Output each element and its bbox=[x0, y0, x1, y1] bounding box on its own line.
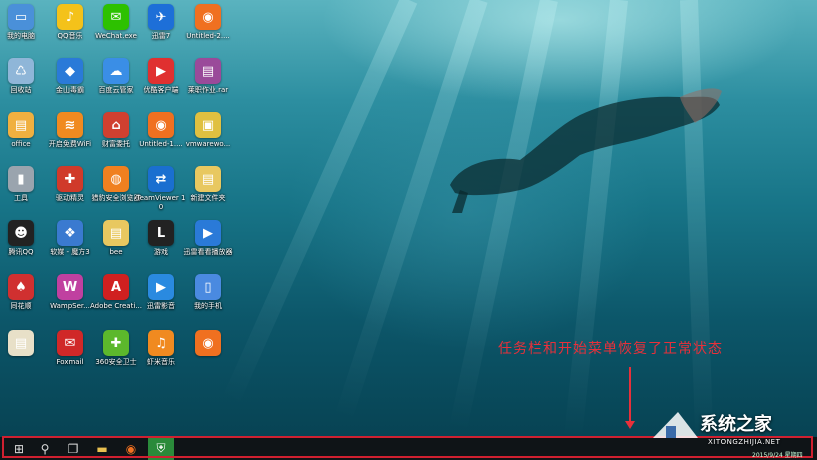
desktop-icon-label: 腾讯QQ bbox=[8, 248, 34, 256]
app-icon: ▭ bbox=[8, 4, 34, 30]
desktop-icon-label: TeamViewer 10 bbox=[136, 194, 186, 211]
desktop-icon[interactable]: ◆ 金山毒霸 bbox=[44, 58, 96, 114]
desktop-icon[interactable]: ♠ 同花顺 bbox=[0, 274, 47, 330]
app-icon: ♫ bbox=[148, 330, 174, 356]
desktop-icon-label: vmwarewo... bbox=[185, 140, 231, 148]
desktop-icon-label: 金山毒霸 bbox=[56, 86, 84, 94]
app-icon: ▤ bbox=[103, 220, 129, 246]
desktop-icon-label: Untitled-2.... bbox=[186, 32, 230, 40]
app-icon: ▶ bbox=[148, 58, 174, 84]
light-ray bbox=[221, 0, 418, 406]
desktop-icon[interactable]: ▤ 新建文件夹 bbox=[182, 166, 234, 222]
app-icon: ≋ bbox=[57, 112, 83, 138]
app-icon: ◍ bbox=[103, 166, 129, 192]
app-icon: ◆ bbox=[57, 58, 83, 84]
desktop-icon[interactable]: ▤ bbox=[0, 330, 47, 386]
desktop-icon-label: 开启免费WiFi bbox=[48, 140, 92, 148]
desktop-icon-label: 回收站 bbox=[10, 86, 32, 94]
desktop-icon[interactable]: ♺ 回收站 bbox=[0, 58, 47, 114]
app-icon: ▯ bbox=[195, 274, 221, 300]
desktop-icon[interactable]: L 游戏 bbox=[135, 220, 187, 276]
desktop-icon-label: office bbox=[11, 140, 31, 148]
app-icon: ♠ bbox=[8, 274, 34, 300]
desktop-icon-label: QQ音乐 bbox=[57, 32, 83, 40]
desktop-icon-label: Untitled-1.... bbox=[139, 140, 183, 148]
desktop-icon[interactable]: ▶ 优酷客户端 bbox=[135, 58, 187, 114]
desktop-icon-label: Foxmail bbox=[56, 358, 84, 366]
desktop-icon[interactable]: ▤ 莱职作业.rar bbox=[182, 58, 234, 114]
desktop-icon-label: 新建文件夹 bbox=[190, 194, 226, 202]
app-icon: ◉ bbox=[195, 330, 221, 356]
desktop-icon[interactable]: ▮ 工具 bbox=[0, 166, 47, 222]
desktop-icon-label: 游戏 bbox=[154, 248, 168, 256]
desktop-icon[interactable]: ♫ 虾米音乐 bbox=[135, 330, 187, 386]
desktop-icon[interactable]: ◉ Untitled-2.... bbox=[182, 4, 234, 60]
app-icon: ⌂ bbox=[103, 112, 129, 138]
desktop-icon-label: 软媒 - 魔方3 bbox=[50, 248, 90, 256]
desktop-icon-label: 工具 bbox=[14, 194, 28, 202]
app-icon: ◉ bbox=[148, 112, 174, 138]
desktop-icon[interactable]: ✚ 驱动精灵 bbox=[44, 166, 96, 222]
desktop-icon-label: 我的电脑 bbox=[7, 32, 35, 40]
watermark-subtitle: XITONGZHIJIA.NET bbox=[708, 438, 781, 446]
app-icon: ♪ bbox=[57, 4, 83, 30]
desktop-icon[interactable]: ▤ office bbox=[0, 112, 47, 168]
desktop-icon-label: 迅雷看看播放器 bbox=[183, 248, 233, 256]
app-icon: ❖ bbox=[57, 220, 83, 246]
app-icon: ▮ bbox=[8, 166, 34, 192]
desktop-icon[interactable]: ▯ 我的手机 bbox=[182, 274, 234, 330]
app-icon: L bbox=[148, 220, 174, 246]
app-icon: ▤ bbox=[195, 166, 221, 192]
app-icon: ▶ bbox=[148, 274, 174, 300]
desktop-icon[interactable]: ❖ 软媒 - 魔方3 bbox=[44, 220, 96, 276]
app-icon: ▤ bbox=[195, 58, 221, 84]
app-icon: ◉ bbox=[195, 4, 221, 30]
desktop-icon[interactable]: ◉ bbox=[182, 330, 234, 386]
app-icon: ⇄ bbox=[148, 166, 174, 192]
desktop-icon[interactable]: W WampSer... bbox=[44, 274, 96, 330]
app-icon: ▤ bbox=[8, 112, 34, 138]
desktop-icon[interactable]: ▣ vmwarewo... bbox=[182, 112, 234, 168]
annotation-arrow bbox=[629, 367, 631, 423]
desktop-icon-label: 我的手机 bbox=[194, 302, 222, 310]
desktop-icon[interactable]: ✈ 迅雷7 bbox=[135, 4, 187, 60]
app-icon: ✚ bbox=[57, 166, 83, 192]
app-icon: ✉ bbox=[57, 330, 83, 356]
app-icon: ▣ bbox=[195, 112, 221, 138]
app-icon: W bbox=[57, 274, 83, 300]
desktop-icon-label: 迅雷影音 bbox=[147, 302, 175, 310]
annotation-arrowhead bbox=[625, 421, 635, 429]
desktop-icon[interactable]: ✉ Foxmail bbox=[44, 330, 96, 386]
desktop-icon-label: WampSer... bbox=[50, 302, 90, 310]
desktop-icon[interactable]: ▭ 我的电脑 bbox=[0, 4, 47, 60]
app-icon: ▤ bbox=[8, 330, 34, 356]
desktop-icon-label: 迅雷7 bbox=[151, 32, 171, 40]
desktop-icon-label: 驱动精灵 bbox=[56, 194, 84, 202]
desktop-icon[interactable]: ▶ 迅雷影音 bbox=[135, 274, 187, 330]
desktop-icon-label: 莱职作业.rar bbox=[187, 86, 229, 94]
taskbar-clock[interactable]: 2015/9/24 星期四 bbox=[752, 450, 803, 459]
app-icon: ✚ bbox=[103, 330, 129, 356]
desktop-icon[interactable]: ◉ Untitled-1.... bbox=[135, 112, 187, 168]
desktop-icon[interactable]: ≋ 开启免费WiFi bbox=[44, 112, 96, 168]
desktop-icon[interactable]: ⇄ TeamViewer 10 bbox=[135, 166, 187, 222]
desktop-icon[interactable]: ♪ QQ音乐 bbox=[44, 4, 96, 60]
desktop-icon-label: 虾米音乐 bbox=[147, 358, 175, 366]
desktop-icon-label: 优酷客户端 bbox=[143, 86, 179, 94]
app-icon: ☁ bbox=[103, 58, 129, 84]
desktop-icon[interactable]: ▶ 迅雷看看播放器 bbox=[182, 220, 234, 276]
diver-silhouette bbox=[450, 88, 722, 213]
app-icon: ▶ bbox=[195, 220, 221, 246]
app-icon: ✉ bbox=[103, 4, 129, 30]
app-icon: A bbox=[103, 274, 129, 300]
light-ray bbox=[680, 0, 714, 441]
app-icon: ♺ bbox=[8, 58, 34, 84]
desktop-icon[interactable]: ☻ 腾讯QQ bbox=[0, 220, 47, 276]
app-icon: ☻ bbox=[8, 220, 34, 246]
desktop-icon-label: 同花顺 bbox=[10, 302, 32, 310]
watermark-title: 系统之家 bbox=[700, 414, 772, 435]
app-icon: ✈ bbox=[148, 4, 174, 30]
desktop-wallpaper: ▭ 我的电脑 ♪ QQ音乐 ✉ WeChat.exe ✈ 迅雷7 ◉ Untitled-2....… bbox=[0, 0, 817, 460]
annotation-text: 任务栏和开始菜单恢复了正常状态 bbox=[498, 341, 723, 357]
